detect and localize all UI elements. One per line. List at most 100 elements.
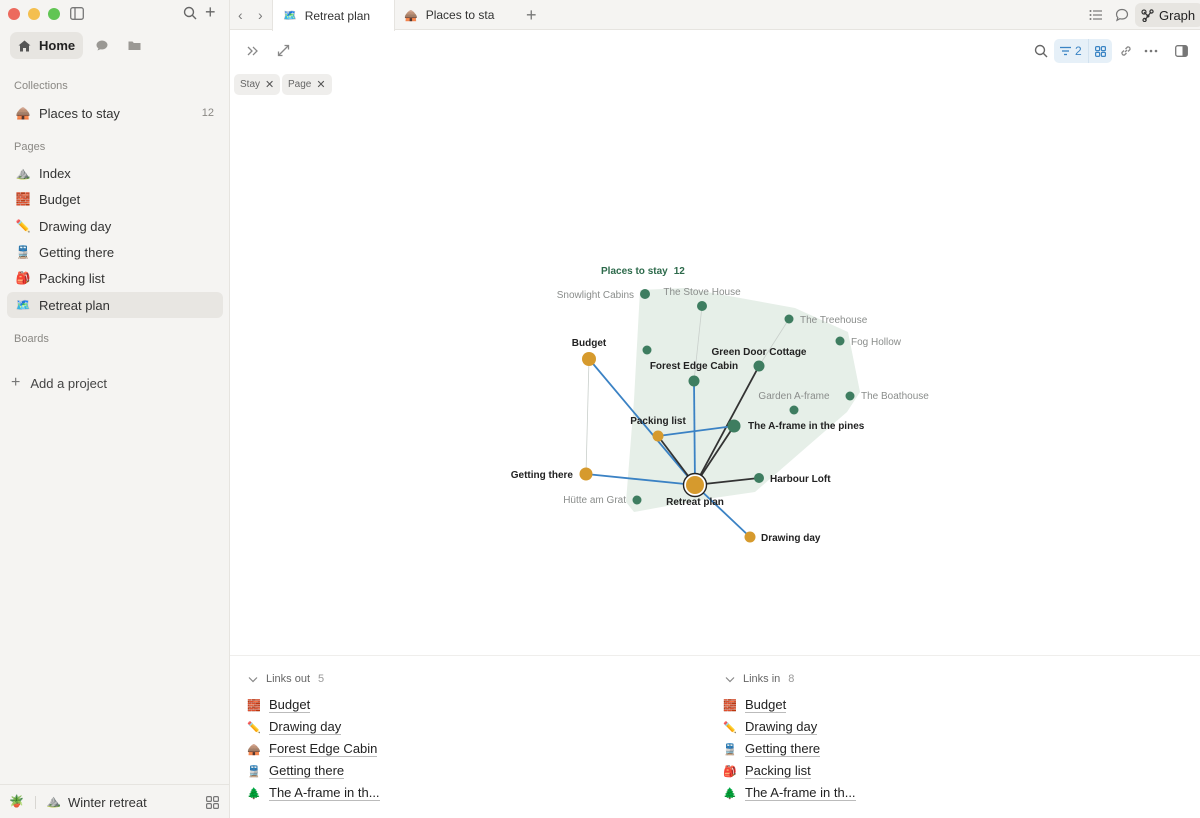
- grid-icon[interactable]: [206, 796, 219, 809]
- home-button[interactable]: Home: [10, 32, 84, 59]
- link-out-budget[interactable]: 🧱 Budget: [247, 697, 311, 713]
- sidebar: + Home Collections 🛖 Places to stay 12 P…: [0, 0, 230, 818]
- tab-label: Places to sta: [425, 8, 495, 22]
- sidebar-item-places-to-stay[interactable]: 🛖 Places to stay 12: [7, 100, 223, 126]
- graph-node-snowlight: [640, 289, 650, 299]
- graph-icon: [1141, 8, 1154, 22]
- remove-filter-icon[interactable]: ✕: [265, 78, 274, 91]
- chevron-right-icon[interactable]: ›: [258, 7, 263, 23]
- sidebar-item-drawing-day[interactable]: ✏️ Drawing day: [7, 213, 223, 239]
- graph-node-fog: [835, 336, 845, 346]
- folder-icon: [128, 41, 141, 50]
- chevron-down-icon: [248, 676, 258, 682]
- hut-icon: 🛖: [247, 743, 261, 756]
- filter-chip-stay[interactable]: Stay ✕: [234, 74, 281, 95]
- new-item-plus-icon[interactable]: +: [205, 3, 216, 21]
- backpack-icon: 🎒: [723, 765, 737, 778]
- close-window-button[interactable]: [8, 8, 20, 20]
- graph-node-budget: [582, 352, 596, 366]
- sidebar-item-label: Index: [39, 165, 71, 181]
- sidebar-item-packing-list[interactable]: 🎒 Packing list: [7, 265, 223, 291]
- link-in-drawing-day[interactable]: ✏️ Drawing day: [723, 719, 818, 735]
- graph-node-unnamed: [642, 345, 652, 355]
- sidebar-item-label: Budget: [39, 191, 81, 207]
- links-out-header[interactable]: Links out 5: [248, 673, 324, 685]
- sidebar-item-budget[interactable]: 🧱 Budget: [7, 186, 223, 212]
- add-project-label: Add a project: [30, 375, 107, 391]
- graph-node-forestedge: [688, 375, 700, 387]
- links-in-count: 8: [788, 673, 795, 685]
- link-out-forest-edge-cabin[interactable]: 🛖 Forest Edge Cabin: [247, 741, 378, 757]
- zoom-window-button[interactable]: [48, 8, 60, 20]
- add-project-button[interactable]: + Add a project: [11, 374, 107, 392]
- link-in-a-frame[interactable]: 🌲 The A-frame in th...: [723, 785, 856, 801]
- link-in-budget[interactable]: 🧱 Budget: [723, 697, 787, 713]
- expand-icon[interactable]: [277, 44, 290, 57]
- chevron-left-icon[interactable]: ‹: [238, 7, 243, 23]
- graph-node-label: Budget: [572, 338, 607, 349]
- sidebar-item-retreat-plan[interactable]: 🗺️ Retreat plan: [7, 292, 223, 318]
- graph-node-garden: [789, 405, 799, 415]
- hut-icon: 🛖: [15, 106, 31, 120]
- mountain-icon: ⛰️: [15, 166, 31, 180]
- search-icon[interactable]: [183, 6, 197, 20]
- potted-plant-icon[interactable]: 🪴: [9, 794, 24, 808]
- group-toggle-button[interactable]: [1087, 39, 1112, 63]
- chevrons-right-icon[interactable]: [246, 44, 260, 58]
- remove-filter-icon[interactable]: ✕: [316, 78, 325, 91]
- link-out-a-frame[interactable]: 🌲 The A-frame in th...: [247, 785, 380, 801]
- graph-node-label: Forest Edge Cabin: [650, 361, 738, 372]
- graph-node-hutte: [632, 495, 642, 505]
- graph-svg: Retreat plan Budget Packing list Getting th…: [511, 287, 930, 544]
- boards-section-label: Boards: [14, 333, 49, 345]
- minimize-window-button[interactable]: [28, 8, 40, 20]
- link-label: The A-frame in th...: [269, 785, 380, 801]
- folder-nav-button[interactable]: [121, 34, 147, 58]
- graph-node-drawing: [744, 531, 756, 543]
- sidebar-item-index[interactable]: ⛰️ Index: [7, 160, 223, 186]
- filter-chip-page[interactable]: Page ✕: [282, 74, 332, 95]
- link-label: Forest Edge Cabin: [269, 741, 378, 757]
- graph-node-label: Hütte am Grat: [563, 495, 626, 506]
- tab-places-to-stay[interactable]: 🛖 Places to sta: [394, 0, 516, 30]
- graph-node-stove: [697, 301, 707, 311]
- window-controls: [8, 8, 60, 20]
- right-panel-toggle-icon[interactable]: [1175, 45, 1188, 57]
- graph-canvas[interactable]: Retreat plan Budget Packing list Getting th…: [230, 100, 1200, 650]
- comment-icon[interactable]: [1115, 8, 1129, 22]
- link-in-getting-there[interactable]: 🚆 Getting there: [723, 741, 821, 757]
- graph-view-button[interactable]: Graph: [1135, 3, 1200, 27]
- graph-search-icon[interactable]: [1034, 44, 1048, 58]
- sidebar-item-getting-there[interactable]: 🚆 Getting there: [7, 239, 223, 265]
- workspace-switcher[interactable]: Winter retreat: [68, 795, 147, 810]
- links-out-label: Links out: [266, 673, 311, 685]
- link-out-getting-there[interactable]: 🚆 Getting there: [247, 763, 345, 779]
- link-label: Getting there: [745, 741, 821, 757]
- graph-node-label: Harbour Loft: [770, 474, 831, 485]
- sidebar-item-label: Places to stay: [39, 105, 120, 121]
- graph-node-label: Snowlight Cabins: [557, 290, 634, 301]
- more-options-icon[interactable]: [1144, 48, 1158, 54]
- new-tab-plus-icon[interactable]: +: [526, 5, 537, 26]
- filter-button[interactable]: 2: [1054, 39, 1088, 63]
- chip-label: Stay: [240, 79, 261, 90]
- link-icon[interactable]: [1119, 44, 1133, 58]
- map-icon: 🗺️: [283, 10, 297, 22]
- pencil-icon: ✏️: [723, 721, 737, 734]
- outline-list-icon[interactable]: [1089, 8, 1103, 22]
- pencil-icon: ✏️: [15, 219, 31, 233]
- graph-node-label: The Stove House: [663, 287, 741, 298]
- tab-retreat-plan[interactable]: 🗺️ Retreat plan: [272, 0, 395, 31]
- filter-controls: 2: [1054, 39, 1112, 63]
- footer-divider: [35, 796, 36, 809]
- filter-icon: [1060, 46, 1071, 56]
- link-in-packing-list[interactable]: 🎒 Packing list: [723, 763, 811, 779]
- sidebar-toggle-icon[interactable]: [70, 7, 84, 20]
- chat-nav-button[interactable]: [89, 34, 115, 58]
- backpack-icon: 🎒: [15, 271, 31, 285]
- cluster-count: 12: [673, 266, 685, 277]
- link-out-drawing-day[interactable]: ✏️ Drawing day: [247, 719, 342, 735]
- bricks-icon: 🧱: [723, 699, 737, 712]
- links-in-header[interactable]: Links in 8: [725, 673, 794, 685]
- collection-count: 12: [201, 107, 214, 119]
